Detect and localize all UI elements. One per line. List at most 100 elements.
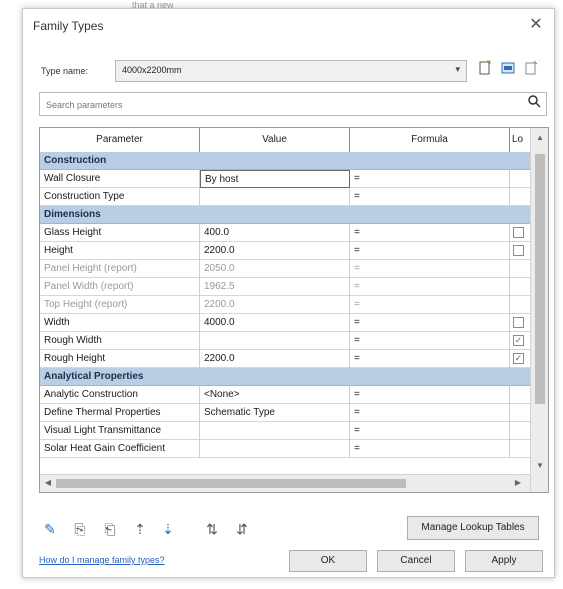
- parameter-value-cell[interactable]: [200, 188, 350, 206]
- move-up-icon[interactable]: ⇡: [129, 518, 151, 540]
- parameter-value-cell[interactable]: 2200.0: [200, 350, 350, 368]
- parameter-value-cell[interactable]: 1962.5: [200, 278, 350, 296]
- manage-lookup-tables-button[interactable]: Manage Lookup Tables: [407, 516, 539, 540]
- lock-cell: [510, 278, 530, 296]
- column-header-parameter[interactable]: Parameter: [40, 128, 200, 152]
- horizontal-scroll-thumb[interactable]: [56, 479, 406, 488]
- scroll-right-icon[interactable]: ▶: [512, 477, 524, 489]
- parameter-row[interactable]: Height 2200.0 =: [40, 242, 530, 260]
- parameter-value-cell[interactable]: 2200.0: [200, 242, 350, 260]
- apply-button[interactable]: Apply: [465, 550, 543, 572]
- search-parameters[interactable]: [39, 92, 547, 116]
- parameter-value-cell[interactable]: 4000.0: [200, 314, 350, 332]
- parameter-value-cell[interactable]: 2050.0: [200, 260, 350, 278]
- column-header-lock[interactable]: Lo: [510, 128, 530, 152]
- parameter-formula-cell[interactable]: =: [350, 350, 510, 368]
- help-link[interactable]: How do I manage family types?: [39, 555, 165, 565]
- lock-cell: [510, 260, 530, 278]
- rename-type-icon[interactable]: [498, 60, 518, 80]
- parameter-value-cell[interactable]: <None>: [200, 386, 350, 404]
- pencil-icon[interactable]: ✎: [39, 518, 61, 540]
- parameter-value-cell[interactable]: [200, 332, 350, 350]
- lock-cell: [510, 188, 530, 206]
- delete-parameter-icon[interactable]: ⎗: [99, 518, 121, 540]
- chevron-down-icon[interactable]: ▾: [455, 64, 460, 75]
- vertical-scroll-thumb[interactable]: [535, 154, 545, 404]
- parameter-row[interactable]: Construction Type =: [40, 188, 530, 206]
- parameter-formula-cell[interactable]: =: [350, 170, 510, 188]
- lock-cell[interactable]: [510, 314, 530, 332]
- group-header-row[interactable]: Analytical Properties: [40, 368, 530, 386]
- horizontal-scrollbar[interactable]: ◀ ▶: [40, 474, 530, 492]
- lock-cell[interactable]: [510, 242, 530, 260]
- parameter-name-cell: Visual Light Transmittance: [40, 422, 200, 440]
- delete-type-icon[interactable]: [521, 60, 541, 80]
- lock-checkbox[interactable]: [513, 317, 524, 328]
- parameter-row[interactable]: Glass Height 400.0 =: [40, 224, 530, 242]
- group-header-row[interactable]: Construction: [40, 152, 530, 170]
- search-icon[interactable]: [525, 94, 543, 112]
- column-header-formula[interactable]: Formula: [350, 128, 510, 152]
- lock-cell: [510, 404, 530, 422]
- sort-descending-icon[interactable]: ⇵: [231, 518, 253, 540]
- parameter-formula-cell[interactable]: =: [350, 440, 510, 458]
- lock-cell[interactable]: ✓: [510, 350, 530, 368]
- parameter-formula-cell[interactable]: =: [350, 296, 510, 314]
- ok-button[interactable]: OK: [289, 550, 367, 572]
- parameter-formula-cell[interactable]: =: [350, 314, 510, 332]
- parameter-row[interactable]: Width 4000.0 =: [40, 314, 530, 332]
- lock-checkbox[interactable]: ✓: [513, 353, 524, 364]
- parameter-formula-cell[interactable]: =: [350, 242, 510, 260]
- lock-cell: [510, 170, 530, 188]
- move-down-icon[interactable]: ⇣: [157, 518, 179, 540]
- parameter-value-cell[interactable]: [200, 422, 350, 440]
- parameter-value-cell[interactable]: 2200.0: [200, 296, 350, 314]
- parameter-row[interactable]: Visual Light Transmittance =: [40, 422, 530, 440]
- type-name-value: 4000x2200mm: [122, 65, 182, 75]
- column-header-value[interactable]: Value: [200, 128, 350, 152]
- parameter-row[interactable]: Define Thermal Properties Schematic Type =: [40, 404, 530, 422]
- parameter-row[interactable]: Wall Closure By host =: [40, 170, 530, 188]
- parameter-formula-cell[interactable]: =: [350, 224, 510, 242]
- lock-cell: [510, 296, 530, 314]
- parameter-row[interactable]: Panel Height (report) 2050.0 =: [40, 260, 530, 278]
- parameter-row[interactable]: Panel Width (report) 1962.5 =: [40, 278, 530, 296]
- scroll-down-icon[interactable]: ▼: [534, 460, 546, 472]
- parameter-value-cell[interactable]: [200, 440, 350, 458]
- sort-ascending-icon[interactable]: ⇅: [201, 518, 223, 540]
- parameter-value-cell[interactable]: Schematic Type: [200, 404, 350, 422]
- parameter-formula-cell[interactable]: =: [350, 188, 510, 206]
- lock-cell[interactable]: [510, 224, 530, 242]
- parameter-row[interactable]: Rough Width = ✓: [40, 332, 530, 350]
- parameter-formula-cell[interactable]: =: [350, 278, 510, 296]
- parameter-formula-cell[interactable]: =: [350, 332, 510, 350]
- lock-checkbox[interactable]: ✓: [513, 335, 524, 346]
- parameter-formula-cell[interactable]: =: [350, 422, 510, 440]
- group-header-row[interactable]: Dimensions: [40, 206, 530, 224]
- parameter-formula-cell[interactable]: =: [350, 386, 510, 404]
- parameter-row[interactable]: Analytic Construction <None> =: [40, 386, 530, 404]
- grid-header: Parameter Value Formula Lo: [40, 128, 530, 153]
- parameter-row[interactable]: Rough Height 2200.0 = ✓: [40, 350, 530, 368]
- new-parameter-icon[interactable]: ⎘: [69, 518, 91, 540]
- parameter-name-cell: Rough Height: [40, 350, 200, 368]
- scroll-left-icon[interactable]: ◀: [42, 477, 54, 489]
- parameter-formula-cell[interactable]: =: [350, 404, 510, 422]
- parameter-name-cell: Analytic Construction: [40, 386, 200, 404]
- scroll-up-icon[interactable]: ▲: [534, 132, 546, 144]
- lock-cell[interactable]: ✓: [510, 332, 530, 350]
- cancel-button[interactable]: Cancel: [377, 550, 455, 572]
- parameter-value-cell[interactable]: By host: [200, 170, 350, 188]
- parameter-row[interactable]: Top Height (report) 2200.0 =: [40, 296, 530, 314]
- parameter-name-cell: Define Thermal Properties: [40, 404, 200, 422]
- new-type-icon[interactable]: [475, 60, 495, 80]
- parameter-row[interactable]: Solar Heat Gain Coefficient =: [40, 440, 530, 458]
- type-name-dropdown[interactable]: 4000x2200mm ▾: [115, 60, 467, 82]
- lock-checkbox[interactable]: [513, 227, 524, 238]
- parameter-value-cell[interactable]: 400.0: [200, 224, 350, 242]
- parameter-formula-cell[interactable]: =: [350, 260, 510, 278]
- search-input[interactable]: [44, 96, 518, 113]
- lock-checkbox[interactable]: [513, 245, 524, 256]
- close-icon[interactable]: ✕: [526, 15, 546, 35]
- vertical-scrollbar[interactable]: ▲ ▼: [530, 128, 548, 492]
